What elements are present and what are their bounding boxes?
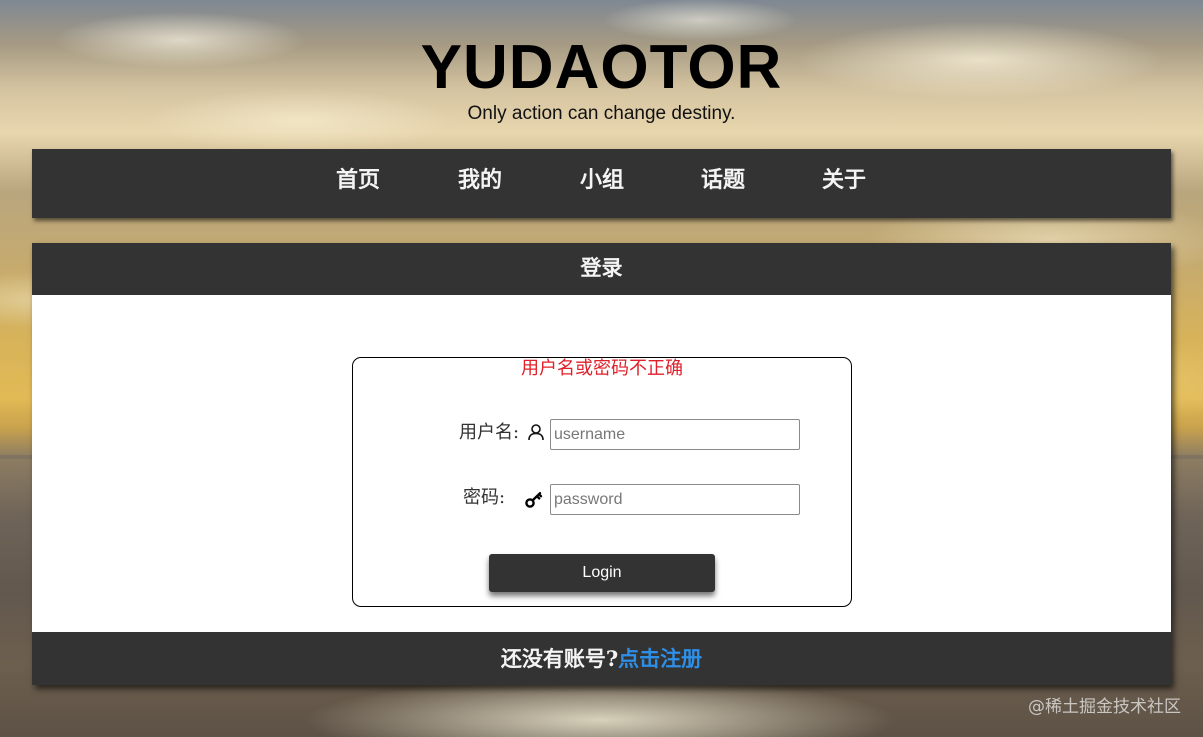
nav-item-mine[interactable]: 我的 — [440, 149, 520, 218]
password-label: 密码: — [463, 487, 506, 508]
login-button[interactable]: Login — [489, 554, 715, 592]
main-nav: 首页 我的 小组 话题 关于 — [32, 149, 1171, 218]
key-icon — [525, 492, 543, 508]
register-prompt: 还没有账号? — [500, 646, 619, 671]
register-link[interactable]: 点击注册 — [618, 646, 702, 671]
nav-item-topics[interactable]: 话题 — [683, 149, 763, 218]
username-label: 用户名: — [459, 422, 520, 443]
site-slogan: Only action can change destiny. — [467, 103, 736, 124]
watermark: @稀土掘金技术社区 — [1028, 697, 1181, 717]
register-footer: 还没有账号?点击注册 — [32, 632, 1171, 685]
user-icon — [528, 424, 544, 441]
username-input[interactable] — [550, 419, 800, 450]
nav-item-groups[interactable]: 小组 — [562, 149, 642, 218]
nav-item-home[interactable]: 首页 — [318, 149, 398, 218]
login-panel: 登录 用户名或密码不正确 用户名: 密码: Login 还没有账号?点击注册 — [32, 243, 1171, 685]
nav-item-about[interactable]: 关于 — [804, 149, 884, 218]
error-message: 用户名或密码不正确 — [521, 358, 683, 379]
password-input[interactable] — [550, 484, 800, 515]
site-title: YUDAOTOR — [420, 33, 783, 102]
login-form: 用户名或密码不正确 用户名: 密码: Login — [352, 357, 852, 607]
login-panel-title: 登录 — [32, 243, 1171, 295]
